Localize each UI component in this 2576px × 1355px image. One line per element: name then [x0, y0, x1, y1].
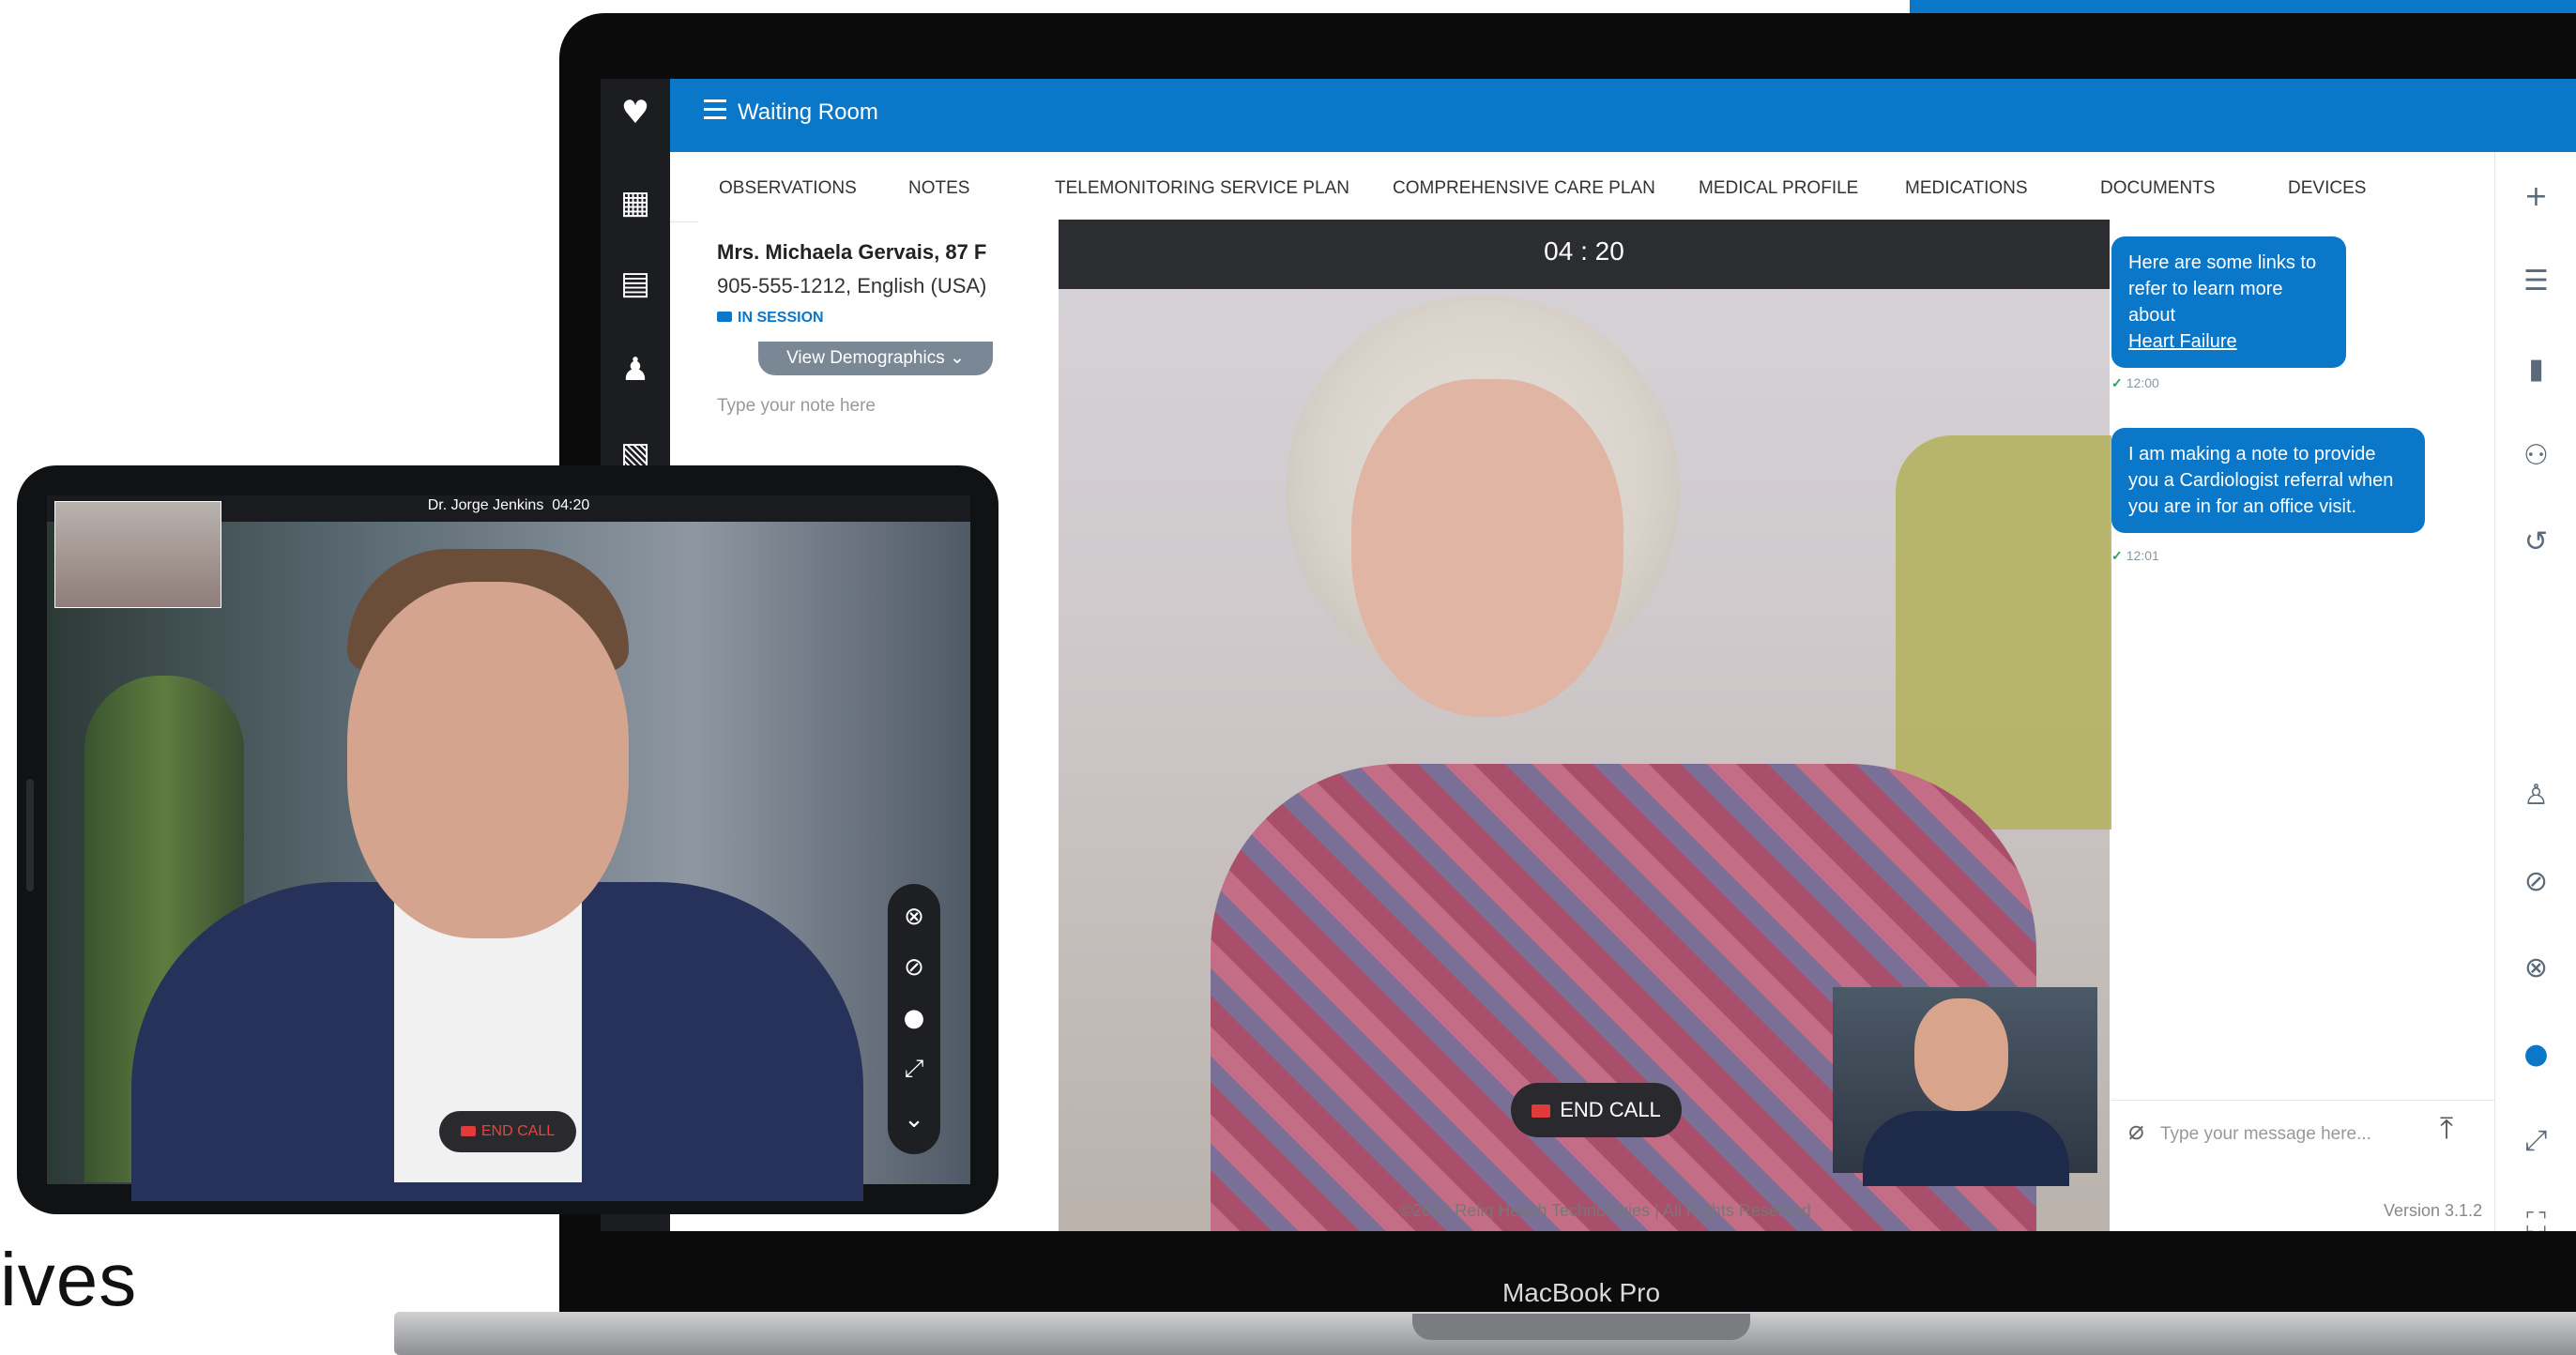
tab-documents[interactable]: DOCUMENTS: [2100, 178, 2215, 199]
camera-icon: [460, 1126, 476, 1137]
patient-contact-info: 905-555-1212, English (USA): [717, 274, 987, 297]
chat-icon[interactable]: ●: [2495, 1038, 2576, 1071]
chat-timestamp-2: ✓ 12:01: [2111, 548, 2159, 563]
person-icon[interactable]: ♙: [2495, 779, 2576, 812]
tablet-call-timer: 04:20: [552, 497, 590, 513]
hamburger-menu-icon[interactable]: [704, 99, 726, 120]
logo-icon[interactable]: ♥: [601, 94, 670, 131]
tab-telemonitoring-service-plan[interactable]: TELEMONITORING SERVICE PLAN: [1055, 178, 1349, 199]
end-call-button[interactable]: END CALL: [1511, 1083, 1682, 1137]
tab-medical-profile[interactable]: MEDICAL PROFILE: [1699, 178, 1858, 199]
dashboard-icon[interactable]: ▦: [601, 184, 670, 221]
chat-message-2: I am making a note to provide you a Card…: [2111, 428, 2425, 533]
page-title: Waiting Room: [738, 99, 878, 125]
video-patient-face: [1351, 379, 1623, 717]
caller-name: Dr. Jorge Jenkins: [427, 497, 544, 513]
add-icon[interactable]: +: [2495, 180, 2576, 213]
tab-comprehensive-care-plan[interactable]: COMPREHENSIVE CARE PLAN: [1393, 178, 1655, 199]
list-icon[interactable]: ☰: [2495, 265, 2576, 297]
chat-message-2-text: I am making a note to provide you a Card…: [2128, 444, 2394, 517]
chat-icon[interactable]: ●: [888, 1004, 940, 1032]
chat-panel: Here are some links to refer to learn mo…: [2111, 221, 2494, 1226]
app-header: [670, 79, 2576, 152]
slide-text-fragment: ives: [0, 1238, 138, 1321]
check-icon: ✓: [2111, 548, 2123, 563]
mic-off-icon[interactable]: ⊗: [888, 903, 940, 931]
heart-failure-link[interactable]: Heart Failure: [2128, 328, 2329, 355]
video-off-icon[interactable]: ⊘: [2495, 865, 2576, 898]
tab-bar: OBSERVATIONS NOTES TELEMONITORING SERVIC…: [670, 152, 2481, 222]
report-icon[interactable]: ▮: [2495, 353, 2576, 386]
attachment-icon[interactable]: ⌀: [2128, 1115, 2144, 1146]
camera-icon: [1532, 1104, 1551, 1119]
contact-card-icon[interactable]: ▤: [601, 265, 670, 302]
note-input[interactable]: Type your note here: [717, 396, 876, 417]
history-icon[interactable]: ↺: [2495, 525, 2576, 558]
check-icon: ✓: [2111, 375, 2123, 390]
chevron-down-icon[interactable]: ⌄: [888, 1105, 940, 1134]
chat-message-input[interactable]: Type your message here...: [2160, 1124, 2371, 1145]
camera-icon: [717, 312, 732, 322]
laptop-notch: [1412, 1314, 1750, 1340]
tab-medications[interactable]: MEDICATIONS: [1905, 178, 2028, 199]
expand-icon[interactable]: ⤢: [888, 1055, 940, 1084]
tab-observations[interactable]: OBSERVATIONS: [719, 178, 857, 199]
tablet-self-view-pip[interactable]: [54, 501, 221, 608]
chat-timestamp-1: ✓ 12:00: [2111, 375, 2159, 390]
video-off-icon[interactable]: ⊘: [888, 953, 940, 982]
tab-notes[interactable]: NOTES: [908, 178, 969, 199]
chat-message-1-text: Here are some links to refer to learn mo…: [2128, 252, 2317, 326]
session-status: IN SESSION: [738, 310, 824, 326]
fullscreen-icon[interactable]: ⛶: [2495, 1207, 2576, 1231]
patient-name: Mrs. Michaela Gervais, 87 F: [717, 240, 987, 264]
pip-doctor-body: [1863, 1111, 2069, 1186]
laptop-brand-label: MacBook Pro: [1501, 1278, 1661, 1307]
tablet-doctor-head: [347, 582, 629, 938]
call-timer: 04 : 20: [1544, 236, 1624, 266]
group-icon[interactable]: ⚇: [2495, 439, 2576, 472]
pip-doctor-head: [1914, 998, 2008, 1111]
expand-icon[interactable]: ⤢: [2495, 1124, 2576, 1157]
send-icon[interactable]: ⤒: [2440, 1111, 2453, 1147]
tablet-side-button: [26, 779, 34, 891]
tab-devices[interactable]: DEVICES: [2288, 178, 2366, 199]
footer-version: Version 3.1.2: [2384, 1201, 2483, 1220]
mic-off-icon[interactable]: ⊗: [2495, 952, 2576, 984]
tablet-end-call-button[interactable]: END CALL: [439, 1111, 576, 1152]
view-demographics-button[interactable]: View Demographics ⌄: [758, 342, 993, 375]
chat-message-1: Here are some links to refer to learn mo…: [2111, 236, 2346, 368]
tablet-end-call-label: END CALL: [480, 1123, 556, 1139]
patients-icon[interactable]: ♟: [601, 351, 670, 388]
footer-copyright: ©2019 Reliq Health Technologies | All Ri…: [1400, 1201, 1811, 1220]
end-call-label: END CALL: [1560, 1098, 1661, 1121]
right-rail: + ☰ ▮ ⚇ ↺ ♙ ⊘ ⊗ ● ⤢ ⛶: [2494, 152, 2576, 1231]
